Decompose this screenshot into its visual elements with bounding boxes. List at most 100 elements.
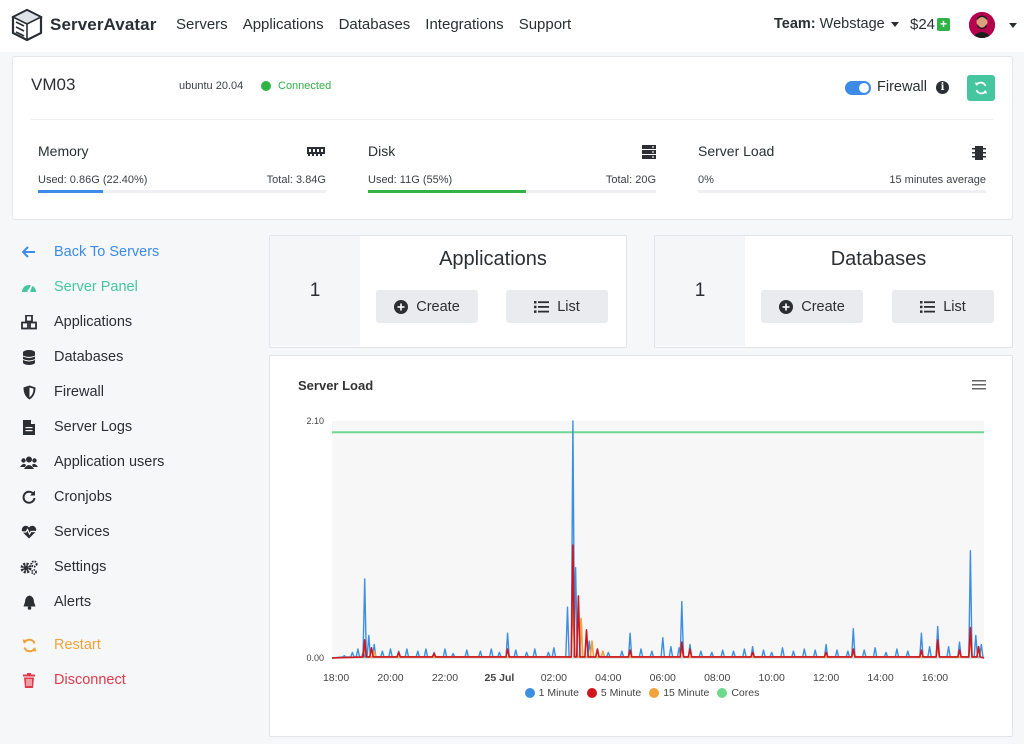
legend-dot	[586, 688, 597, 698]
legend-dot	[649, 688, 660, 698]
sidebar-item-label: Server Logs	[54, 419, 133, 435]
sidebar-item-alerts[interactable]: Alerts	[20, 590, 240, 614]
sidebar-item-label: Applications	[54, 314, 133, 330]
trash-icon	[20, 671, 38, 689]
legend-item-cores[interactable]: Cores	[717, 687, 759, 699]
y-tick-label: 0.00	[306, 653, 324, 663]
server-load-title: Server Load	[698, 143, 775, 159]
server-load-chart-panel: Server Load 0.00 2.10 18:00 20:00 22:00 25 Ju…	[269, 355, 1013, 737]
plus-circle-icon	[779, 299, 794, 314]
credit-balance[interactable]: $24 +	[910, 16, 951, 33]
sidebar-item-restart[interactable]: Restart	[20, 633, 240, 657]
server-os: ubuntu 20.04	[179, 80, 244, 92]
add-credit-icon[interactable]: +	[937, 18, 951, 31]
sidebar-item-application-users[interactable]: Application users	[20, 450, 240, 474]
refresh-icon	[975, 81, 987, 95]
server-load-period: 15 minutes average	[889, 174, 986, 186]
sidebar-item-services[interactable]: Services	[20, 520, 240, 544]
x-tick-label: 22:00	[432, 672, 458, 684]
list-applications-button[interactable]: List	[506, 290, 608, 323]
sidebar-item-databases[interactable]: Databases	[20, 345, 240, 369]
sidebar-item-label: Alerts	[54, 594, 92, 610]
legend-dot	[524, 688, 535, 698]
brand-name: ServerAvatar	[50, 15, 157, 34]
list-applications-label: List	[557, 298, 580, 315]
sidebar-item-label: Firewall	[54, 384, 104, 400]
memory-total: Total: 3.84G	[266, 174, 326, 186]
legend-label: 5 Minute	[600, 687, 642, 699]
applications-panel: 1 Applications Create List	[269, 235, 627, 348]
databases-count: 1	[655, 236, 745, 346]
databases-title: Databases	[830, 248, 927, 270]
x-tick-label: 06:00	[650, 672, 676, 684]
user-avatar-icon	[969, 12, 995, 38]
server-load-value: 0%	[698, 174, 714, 186]
chevron-down-icon	[890, 21, 899, 27]
file-icon	[20, 418, 38, 436]
create-database-button[interactable]: Create	[761, 290, 863, 323]
sidebar-item-back-to-servers[interactable]: Back To Servers	[20, 240, 240, 264]
sidebar-item-firewall[interactable]: Firewall	[20, 380, 240, 404]
legend-dot	[717, 688, 728, 698]
nav-applications[interactable]: Applications	[243, 16, 324, 33]
card-divider	[31, 119, 993, 120]
users-icon	[20, 453, 38, 471]
sidebar-item-settings[interactable]: Settings	[20, 555, 240, 579]
sidebar-item-applications[interactable]: Applications	[20, 310, 240, 334]
nav-databases[interactable]: Databases	[339, 16, 411, 33]
chevron-down-icon[interactable]	[1009, 23, 1017, 28]
x-tick-label: 20:00	[377, 672, 403, 684]
team-selector[interactable]: Team: Webstage	[774, 16, 899, 32]
memory-chip-icon	[307, 147, 325, 156]
info-icon[interactable]: i	[936, 81, 949, 94]
server-name: VM03	[31, 75, 76, 94]
legend-label: 15 Minute	[663, 687, 710, 699]
legend-item-1-minute[interactable]: 1 Minute	[524, 687, 579, 699]
shield-icon	[20, 383, 38, 401]
x-tick-label: 10:00	[759, 672, 785, 684]
x-tick-label: 14:00	[867, 672, 893, 684]
cogs-icon	[20, 558, 38, 576]
memory-progress-bar	[38, 190, 326, 193]
cpu-chip-icon	[972, 146, 986, 160]
server-load-row: 0% 15 minutes average	[698, 174, 986, 186]
sidebar-item-label: Databases	[54, 349, 124, 365]
sidebar-item-cronjobs[interactable]: Cronjobs	[20, 485, 240, 509]
arrow-left-icon	[20, 243, 38, 261]
refresh-button[interactable]	[967, 75, 995, 101]
sidebar-item-label: Back To Servers	[54, 244, 160, 260]
firewall-toggle[interactable]	[845, 81, 871, 95]
legend-label: Cores	[731, 687, 760, 699]
x-tick-label: 08:00	[704, 672, 730, 684]
team-prefix: Team:	[774, 16, 816, 32]
applications-count: 1	[270, 236, 360, 346]
main-menu: Servers Applications Databases Integrati…	[176, 16, 586, 33]
sidebar-item-label: Services	[54, 524, 110, 540]
legend-label: 1 Minute	[538, 687, 579, 699]
legend-item-15-minute[interactable]: 15 Minute	[649, 687, 709, 699]
create-application-button[interactable]: Create	[376, 290, 478, 323]
brand-logo[interactable]: ServerAvatar	[10, 8, 156, 42]
status-dot-icon	[261, 81, 271, 91]
nav-servers[interactable]: Servers	[176, 16, 228, 33]
create-application-label: Create	[416, 298, 460, 315]
sidebar-item-server-panel[interactable]: Server Panel	[20, 275, 240, 299]
team-name: Webstage	[819, 16, 885, 32]
bell-icon	[20, 593, 38, 611]
sidebar-item-disconnect[interactable]: Disconnect	[20, 668, 240, 692]
avatar[interactable]	[969, 12, 995, 38]
list-databases-button[interactable]: List	[892, 290, 994, 323]
legend-item-5-minute[interactable]: 5 Minute	[586, 687, 642, 699]
sidebar-item-label: Server Panel	[54, 279, 138, 295]
disk-metric: Disk Used: 11G (55%) Total: 20G	[368, 143, 656, 193]
memory-metric: Memory Used: 0.86G (22.40%) Total: 3.84G	[38, 143, 326, 193]
credit-amount: $24	[910, 16, 936, 33]
sidebar-item-server-logs[interactable]: Server Logs	[20, 415, 240, 439]
connection-status-label: Connected	[278, 80, 332, 92]
connection-status: Connected	[261, 80, 331, 92]
plot-area	[332, 421, 984, 658]
disk-total: Total: 20G	[605, 174, 656, 186]
nav-integrations[interactable]: Integrations	[425, 16, 503, 33]
nav-support[interactable]: Support	[519, 16, 572, 33]
server-stack-icon	[642, 145, 656, 159]
